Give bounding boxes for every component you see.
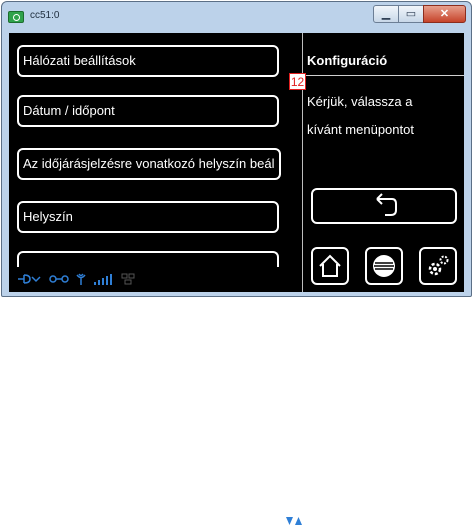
network-icon (121, 273, 135, 285)
link-icon (49, 275, 69, 283)
panel-instruction-line1: Kérjük, válassza a (307, 94, 413, 109)
home-icon (319, 254, 341, 277)
menu-item-date-time[interactable]: Dátum / időpont (17, 95, 279, 127)
app-icon (8, 11, 24, 23)
back-button[interactable] (311, 188, 457, 224)
status-bar (17, 273, 302, 525)
close-button[interactable]: ✕ (423, 5, 466, 23)
settings-button[interactable] (419, 247, 457, 285)
home-button[interactable] (311, 247, 349, 285)
menu-item-partial[interactable] (17, 251, 279, 267)
window-title: cc51:0 (30, 10, 60, 21)
brand-logo-icon (373, 255, 395, 277)
app-window: cc51:0 ▁ ▭ ✕ Hálózati beállítások Dátum … (1, 1, 472, 525)
brand-button[interactable] (365, 247, 403, 285)
menu-item-location[interactable]: Helyszín (17, 201, 279, 233)
menu-item-network[interactable]: Hálózati beállítások (17, 45, 279, 77)
title-bar[interactable]: cc51:0 ▁ ▭ ✕ (2, 2, 471, 32)
panel-divider (302, 33, 303, 292)
panel-title: Konfiguráció (307, 53, 388, 68)
panel-instruction-line2: kívánt menüpontot (307, 122, 414, 137)
page-number-badge: 12 (289, 73, 306, 90)
minimize-button[interactable]: ▁ (373, 5, 399, 23)
maximize-button[interactable]: ▭ (398, 5, 424, 23)
scroll-arrows-icon[interactable] (285, 515, 303, 527)
gear-icon (428, 255, 449, 276)
menu-item-weather-location[interactable]: Az időjárásjelzésre vonatkozó helyszín b… (17, 148, 281, 180)
connection-icon (18, 274, 41, 284)
antenna-icon (76, 273, 86, 285)
back-arrow-icon (376, 193, 397, 216)
signal-strength-icon (94, 274, 112, 285)
panel-title-underline (304, 75, 464, 76)
device-screen: Hálózati beállítások Dátum / időpont Az … (9, 33, 464, 525)
